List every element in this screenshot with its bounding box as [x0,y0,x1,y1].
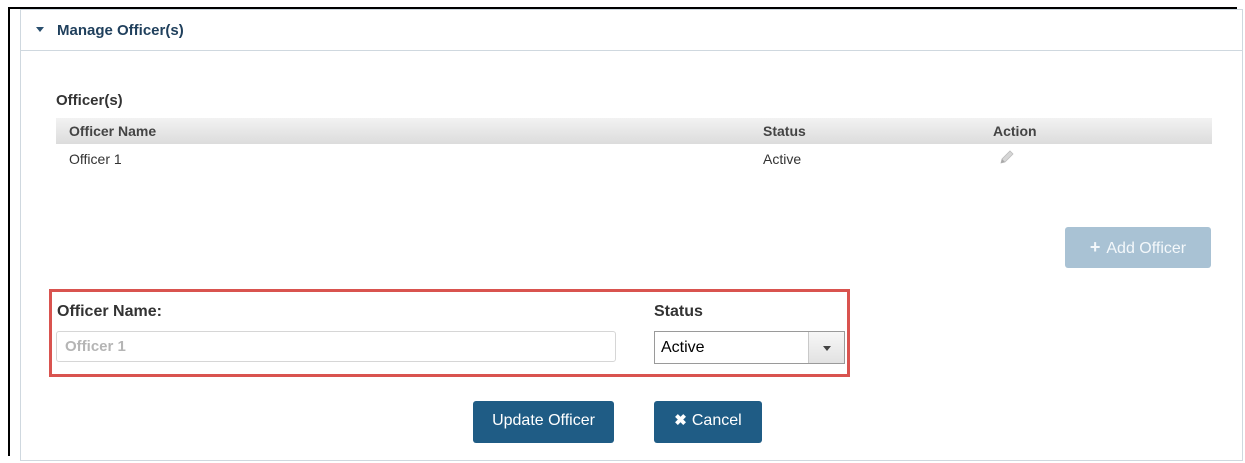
status-select[interactable]: Active [654,331,845,364]
add-officer-button[interactable]: + Add Officer [1065,227,1211,268]
x-icon: ✖ [674,412,687,429]
cancel-label: Cancel [691,412,742,429]
officers-table: Officer Name Status Action Officer 1 Act… [56,118,1212,174]
pencil-icon[interactable] [998,148,1016,169]
chevron-down-icon [823,346,831,351]
officer-name-label: Officer Name: [57,303,162,320]
cell-status: Active [763,151,802,167]
column-header-action: Action [993,123,1037,139]
column-header-status[interactable]: Status [763,123,806,139]
officer-name-input[interactable] [56,331,616,362]
cell-officer-name: Officer 1 [69,151,122,167]
plus-icon: + [1089,237,1101,257]
collapse-caret-icon[interactable] [36,27,44,32]
update-officer-button[interactable]: Update Officer [473,401,614,443]
column-header-officer-name[interactable]: Officer Name [69,123,156,139]
table-header: Officer Name Status Action [56,118,1212,144]
panel-title: Manage Officer(s) [57,22,184,39]
manage-officers-panel: Manage Officer(s) Officer(s) Officer Nam… [20,9,1243,461]
officers-section-label: Officer(s) [56,92,123,109]
status-select-value: Active [661,339,705,356]
add-officer-label: Add Officer [1106,240,1187,257]
status-label: Status [654,303,703,320]
select-arrow[interactable] [808,332,844,363]
cancel-button[interactable]: ✖ Cancel [654,401,762,443]
table-row[interactable]: Officer 1 Active [56,144,1212,174]
panel-header[interactable]: Manage Officer(s) [21,10,1242,51]
